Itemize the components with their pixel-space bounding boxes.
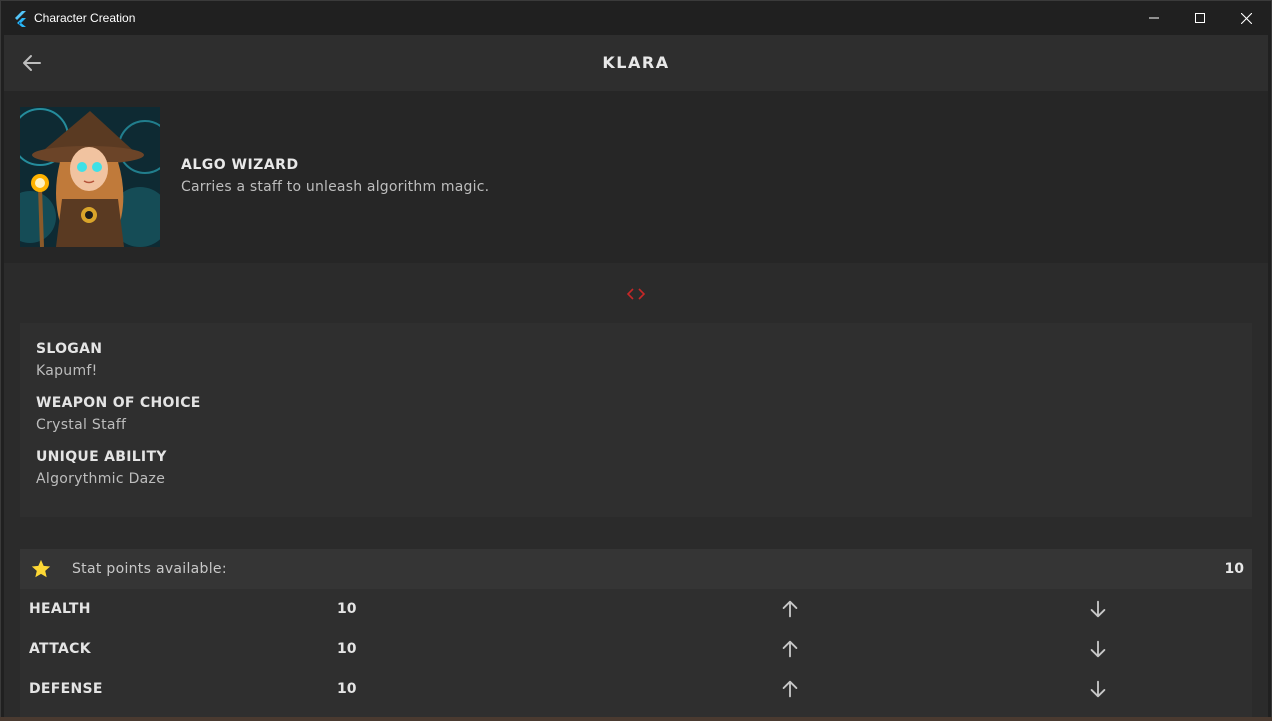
class-card: ALGO WIZARD Carries a staff to unleash a… [4,91,1268,263]
stat-name: DEFENSE [29,681,103,697]
arrow-up-icon[interactable] [779,598,801,620]
stat-points-value: 10 [1224,561,1244,577]
stat-row-health: HEALTH 10 [20,589,1252,629]
app-bar: KLARA [4,35,1268,91]
stat-value: 10 [337,641,357,657]
class-description: Carries a staff to unleash algorithm mag… [181,179,490,195]
wizard-portrait [20,107,160,247]
character-details-card: SLOGAN Kapumf! WEAPON OF CHOICE Crystal … [20,323,1252,517]
arrow-down-icon[interactable] [1087,598,1109,620]
arrow-down-icon[interactable] [1087,638,1109,660]
code-icon[interactable] [625,287,647,301]
arrow-up-icon[interactable] [779,638,801,660]
maximize-button[interactable] [1177,1,1223,35]
stat-value: 10 [337,601,357,617]
stats-card: Stat points available: 10 HEALTH 10 ATTA… [20,549,1252,718]
ability-label: UNIQUE ABILITY [36,449,167,465]
minimize-icon [1149,17,1159,19]
stat-row-attack: ATTACK 10 [20,629,1252,669]
close-icon [1240,12,1252,24]
title-bar[interactable]: Character Creation [1,1,1271,35]
desktop-background-strip [0,717,1272,721]
maximize-icon [1195,13,1205,23]
weapon-value: Crystal Staff [36,417,127,433]
weapon-label: WEAPON OF CHOICE [36,395,201,411]
close-button[interactable] [1223,1,1269,35]
stat-name: HEALTH [29,601,91,617]
stat-value: 10 [337,681,357,697]
page-title: KLARA [602,53,670,72]
slogan-value: Kapumf! [36,363,98,379]
star-icon [31,559,51,578]
arrow-down-icon[interactable] [1087,678,1109,700]
slogan-label: SLOGAN [36,341,103,357]
stat-row-defense: DEFENSE 10 [20,669,1252,709]
stat-points-row: Stat points available: 10 [20,549,1252,589]
app-window: Character Creation KLARA ALGO WIZARD Car… [0,0,1272,721]
window-title: Character Creation [34,11,136,25]
ability-value: Algorythmic Daze [36,471,166,487]
arrow-up-icon[interactable] [779,678,801,700]
minimize-button[interactable] [1131,1,1177,35]
class-name: ALGO WIZARD [181,157,299,173]
stat-name: ATTACK [29,641,91,657]
app-content: KLARA ALGO WIZARD Carries a staff to unl… [4,35,1268,718]
flutter-logo-icon [15,11,26,27]
stat-points-label: Stat points available: [72,561,227,577]
